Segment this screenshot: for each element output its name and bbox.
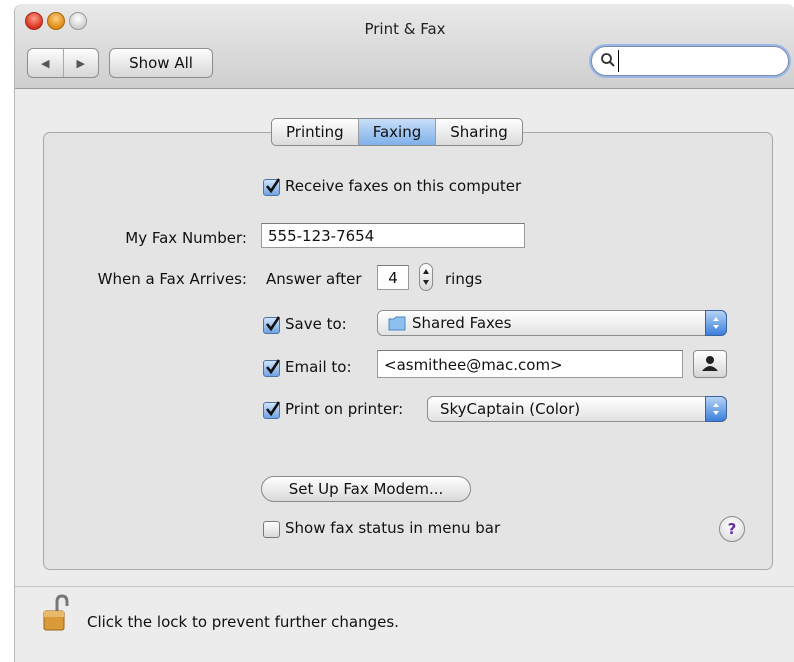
chevron-updown-icon	[713, 317, 719, 329]
divider	[15, 586, 794, 587]
receive-faxes-checkbox[interactable]	[263, 178, 281, 196]
person-icon	[702, 356, 718, 371]
folder-icon	[388, 316, 406, 331]
title-toolbar: Print & Fax ◀ ▶ Show All	[15, 4, 794, 89]
printer-value: SkyCaptain (Color)	[440, 400, 581, 418]
save-to-label: Save to:	[285, 315, 347, 333]
fax-number-field[interactable]: 555-123-7654	[261, 223, 525, 248]
rings-count-field[interactable]: 4	[377, 265, 409, 290]
back-forward-control: ◀ ▶	[27, 48, 99, 78]
popup-arrow	[705, 310, 727, 336]
help-button[interactable]: ?	[719, 516, 745, 542]
fax-number-label: My Fax Number:	[125, 229, 247, 247]
print-on-printer-checkbox[interactable]	[263, 401, 281, 419]
email-to-checkbox[interactable]	[263, 359, 281, 377]
print-on-printer-label: Print on printer:	[285, 400, 404, 418]
lock-message: Click the lock to prevent further change…	[87, 613, 399, 631]
save-to-popup[interactable]: Shared Faxes	[377, 310, 727, 336]
answer-after-label: Answer after	[266, 270, 362, 288]
tab-bar: Printing Faxing Sharing	[271, 118, 523, 146]
search-input[interactable]	[618, 50, 783, 72]
tab-faxing[interactable]: Faxing	[358, 119, 437, 145]
unlocked-padlock-icon[interactable]	[41, 594, 71, 634]
search-icon	[601, 53, 615, 67]
stepper-arrows-icon	[423, 269, 429, 285]
forward-button[interactable]: ▶	[64, 49, 99, 77]
search-field[interactable]	[591, 46, 789, 76]
fax-arrives-label: When a Fax Arrives:	[97, 270, 247, 288]
popup-arrow	[705, 396, 727, 422]
show-fax-status-checkbox[interactable]	[263, 521, 280, 538]
window-title: Print & Fax	[364, 20, 446, 38]
preferences-window: Print & Fax ◀ ▶ Show All Printing Faxing…	[14, 4, 794, 662]
rings-stepper[interactable]	[419, 263, 433, 291]
set-up-fax-modem-button[interactable]: Set Up Fax Modem...	[261, 476, 471, 502]
back-button[interactable]: ◀	[28, 49, 64, 77]
email-to-label: Email to:	[285, 358, 352, 376]
save-to-value: Shared Faxes	[412, 314, 512, 332]
receive-faxes-label: Receive faxes on this computer	[285, 177, 522, 195]
email-to-field[interactable]: <asmithee@mac.com>	[377, 350, 683, 378]
show-fax-status-label: Show fax status in menu bar	[285, 519, 501, 537]
chevron-updown-icon	[713, 403, 719, 415]
rings-label: rings	[445, 270, 483, 288]
address-book-button[interactable]	[693, 350, 727, 378]
tab-printing[interactable]: Printing	[272, 119, 359, 145]
save-to-checkbox[interactable]	[263, 316, 281, 334]
tab-sharing[interactable]: Sharing	[436, 119, 522, 145]
printer-popup[interactable]: SkyCaptain (Color)	[427, 396, 727, 422]
show-all-button[interactable]: Show All	[109, 48, 213, 78]
